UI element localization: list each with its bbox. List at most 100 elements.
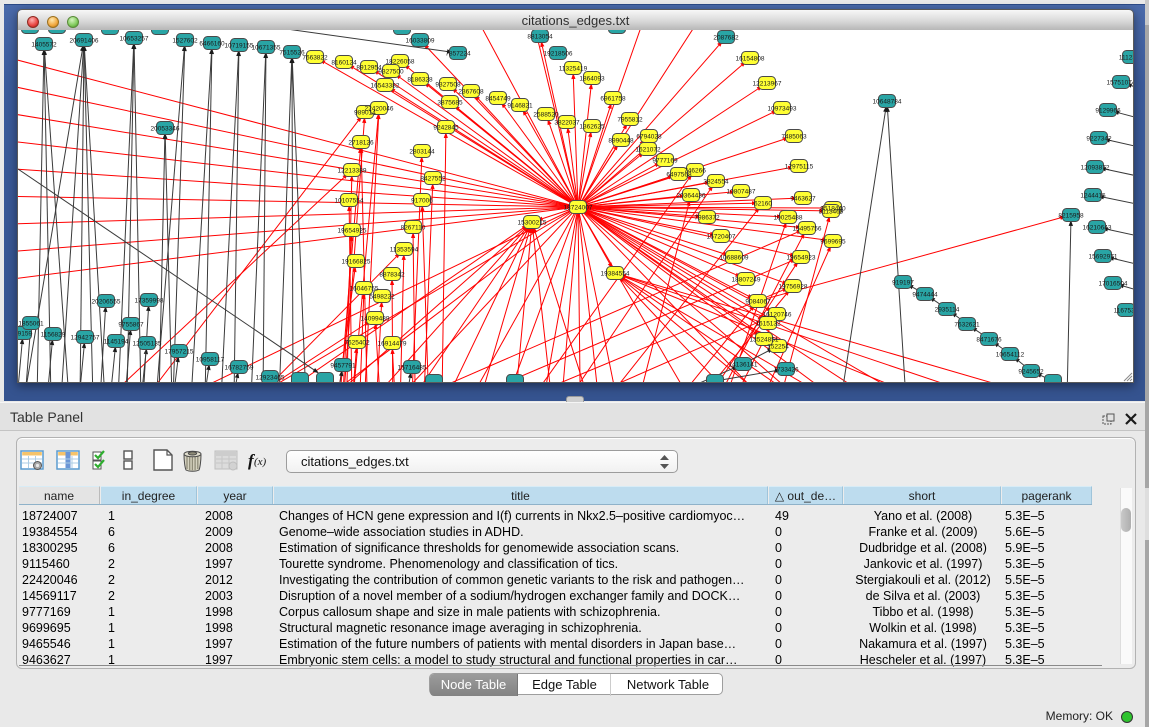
svg-text:12093872: 12093872: [1081, 165, 1110, 172]
svg-text:8878342: 8878342: [379, 272, 405, 279]
svg-text:10958117: 10958117: [196, 357, 225, 364]
svg-text:14136141: 14136141: [729, 362, 758, 369]
svg-text:12505135: 12505135: [133, 341, 162, 348]
svg-text:2803144: 2803144: [409, 149, 435, 156]
svg-text:10719155: 10719155: [225, 43, 254, 50]
svg-text:15751074: 15751074: [1107, 80, 1133, 87]
svg-text:16033809: 16033809: [406, 38, 435, 45]
svg-text:8454749: 8454749: [485, 96, 511, 103]
svg-text:1527602: 1527602: [172, 38, 198, 45]
svg-text:9699695: 9699695: [820, 239, 846, 246]
svg-text:16782759: 16782759: [225, 365, 254, 372]
svg-text:9327500: 9327500: [378, 69, 404, 76]
svg-text:9474444: 9474444: [912, 292, 938, 299]
svg-text:6794028: 6794028: [636, 134, 662, 141]
svg-text:6497568: 6497568: [666, 172, 692, 179]
svg-text:20206555: 20206555: [92, 299, 121, 306]
svg-text:19384554: 19384554: [601, 271, 630, 278]
svg-text:2087682: 2087682: [713, 35, 739, 42]
svg-text:19166825: 19166825: [342, 259, 371, 266]
svg-text:62160: 62160: [754, 201, 772, 208]
svg-text:17016504: 17016504: [1099, 281, 1128, 288]
svg-text:11325419: 11325419: [559, 66, 588, 73]
svg-text:8990448: 8990448: [608, 138, 634, 145]
svg-text:3822037: 3822037: [554, 120, 580, 127]
svg-text:12923465: 12923465: [256, 375, 285, 382]
svg-text:1864093: 1864093: [579, 76, 605, 83]
svg-text:9245652: 9245652: [1018, 369, 1044, 376]
svg-text:9084067: 9084067: [745, 299, 771, 306]
svg-text:1733426: 1733426: [773, 367, 799, 374]
svg-text:2935114: 2935114: [935, 307, 960, 314]
svg-text:16543382: 16543382: [371, 83, 400, 90]
svg-text:15692971: 15692971: [1089, 254, 1118, 261]
svg-text:16154808: 16154808: [736, 56, 765, 63]
svg-text:7986372: 7986372: [694, 215, 720, 222]
svg-text:20053346: 20053346: [151, 126, 180, 133]
svg-text:15300215: 15300215: [518, 220, 547, 227]
svg-text:10653257: 10653257: [120, 36, 149, 43]
svg-text:15495756: 15495756: [793, 226, 822, 233]
svg-text:14099489: 14099489: [361, 316, 390, 323]
svg-text:8113469: 8113469: [819, 209, 844, 216]
svg-text:6961758: 6961758: [600, 96, 626, 103]
svg-text:8813054: 8813054: [527, 34, 553, 41]
svg-text:252254: 252254: [767, 344, 789, 351]
svg-text:9755867: 9755867: [118, 322, 144, 329]
svg-text:6466160: 6466160: [199, 41, 225, 48]
svg-text:9777169: 9777169: [652, 158, 678, 165]
svg-text:8471676: 8471676: [976, 337, 1002, 344]
svg-text:7857224: 7857224: [445, 51, 471, 58]
svg-text:12942757: 12942757: [71, 335, 100, 342]
svg-text:(x): (x): [254, 456, 267, 468]
svg-text:9457791: 9457791: [330, 363, 356, 370]
svg-text:7955812: 7955812: [617, 117, 643, 124]
svg-text:3824554: 3824554: [703, 179, 729, 186]
svg-text:12975115: 12975115: [785, 164, 814, 171]
svg-text:1112334: 1112334: [1119, 55, 1133, 62]
svg-text:2588520: 2588520: [533, 112, 559, 119]
svg-text:10807487: 10807487: [727, 189, 756, 196]
svg-text:9463627: 9463627: [790, 196, 816, 203]
svg-text:10107554: 10107554: [335, 198, 364, 205]
svg-text:7663822: 7663822: [302, 55, 328, 62]
svg-text:9327508: 9327508: [435, 82, 461, 89]
svg-text:10648784: 10648784: [873, 99, 902, 106]
svg-text:16914479: 16914479: [378, 341, 407, 348]
svg-text:20364436: 20364436: [677, 193, 706, 200]
svg-text:20691406: 20691406: [70, 38, 99, 45]
svg-text:1244415: 1244415: [1080, 193, 1106, 200]
svg-text:1145194: 1145194: [104, 339, 129, 346]
svg-text:1405572: 1405572: [31, 42, 57, 49]
svg-text:8215958: 8215958: [1058, 213, 1084, 220]
svg-text:19756928: 19756928: [779, 284, 808, 291]
svg-text:2367608: 2367608: [458, 89, 484, 96]
svg-text:7485063: 7485063: [781, 134, 807, 141]
svg-text:7625402: 7625402: [344, 340, 370, 347]
svg-text:16046755: 16046755: [350, 286, 379, 293]
svg-text:7632621: 7632621: [954, 322, 980, 329]
svg-text:2718126: 2718126: [348, 140, 374, 147]
svg-text:17957215: 17957215: [165, 349, 194, 356]
svg-text:10973493: 10973493: [768, 106, 797, 113]
svg-text:12213967: 12213967: [753, 81, 782, 88]
svg-text:9242845: 9242845: [433, 125, 459, 132]
svg-text:1621072: 1621072: [635, 147, 661, 154]
svg-text:10654112: 10654112: [996, 352, 1025, 359]
svg-text:919197: 919197: [892, 280, 914, 287]
svg-text:19654923: 19654923: [787, 255, 816, 262]
svg-text:11353594: 11353594: [390, 247, 419, 254]
svg-text:16210643: 16210643: [1083, 225, 1112, 232]
svg-text:1362625: 1362625: [579, 124, 605, 131]
svg-text:8427552: 8427552: [420, 176, 446, 183]
svg-text:8267110: 8267110: [401, 225, 426, 232]
svg-text:9227342: 9227342: [1086, 136, 1112, 143]
svg-text:18724007: 18724007: [564, 205, 593, 212]
svg-text:13524851: 13524851: [750, 337, 779, 344]
svg-text:17359998: 17359998: [135, 298, 164, 305]
svg-text:18226058: 18226058: [386, 59, 415, 66]
svg-text:10688609: 10688609: [720, 255, 749, 262]
svg-text:1156829: 1156829: [41, 332, 66, 339]
svg-text:10025488: 10025488: [774, 215, 803, 222]
svg-text:1167533: 1167533: [1114, 308, 1133, 315]
